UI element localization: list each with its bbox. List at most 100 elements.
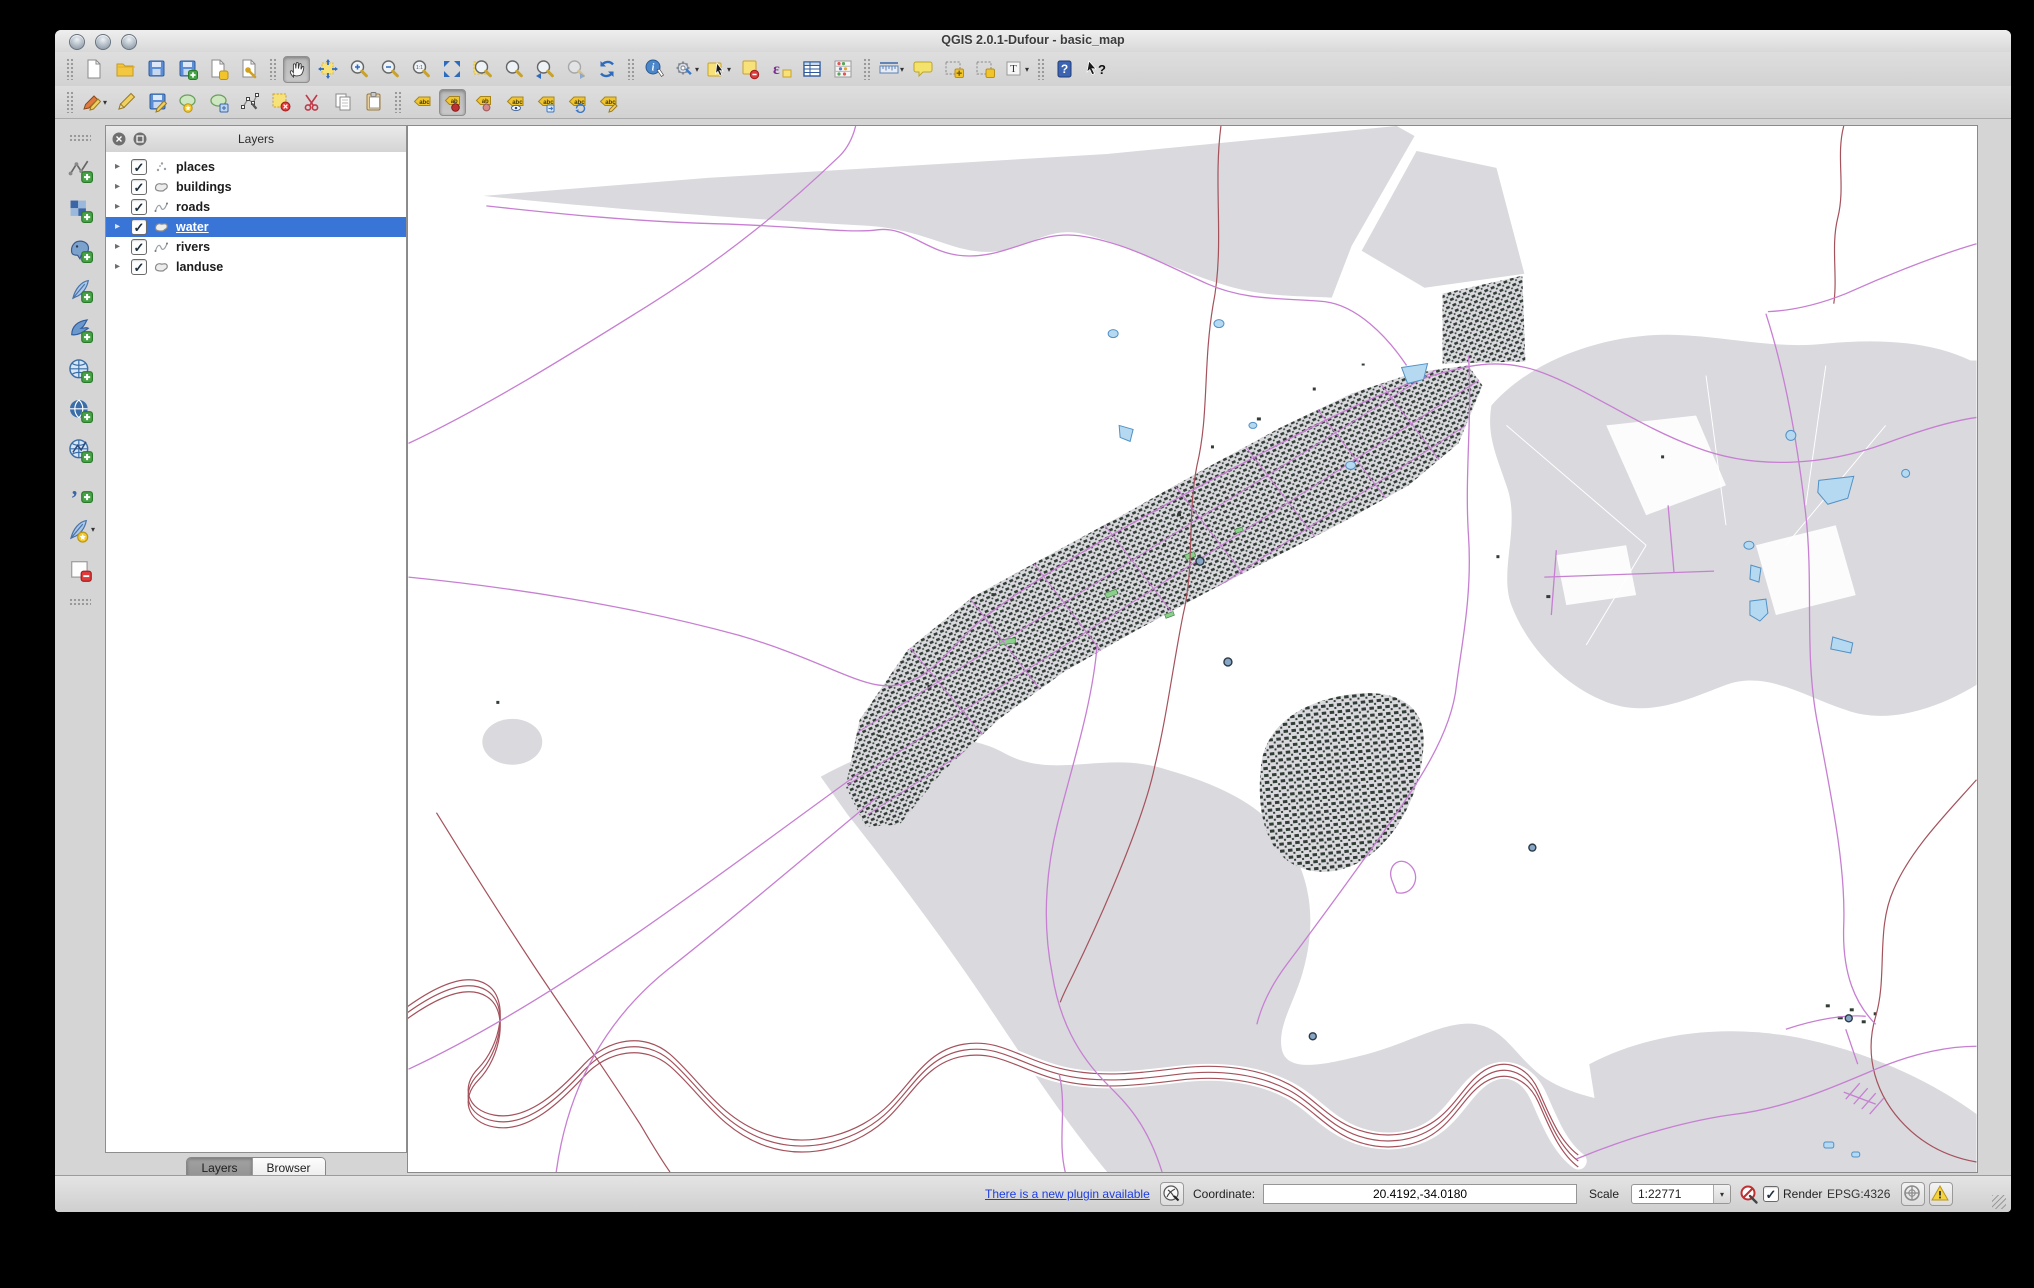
new-shapefile-layer-button[interactable]: ▾ xyxy=(64,516,96,543)
plugin-icon[interactable] xyxy=(1160,1182,1184,1206)
floppy-icon xyxy=(145,58,167,80)
paste-features-icon xyxy=(363,91,385,113)
open-project-button[interactable] xyxy=(111,56,138,83)
pan-map-button[interactable] xyxy=(283,55,310,83)
select-by-expression-button[interactable]: ε xyxy=(767,56,794,83)
add-mssql-layer-button[interactable] xyxy=(66,316,94,343)
select-features-button[interactable]: ▾ xyxy=(704,56,732,83)
identify-features-button[interactable]: i xyxy=(641,56,668,83)
layer-row-roads[interactable]: ▸ ✓ roads xyxy=(106,197,406,217)
render-checkbox[interactable]: ✓ xyxy=(1763,1186,1779,1202)
save-project-button[interactable] xyxy=(142,56,169,83)
layer-row-buildings[interactable]: ▸ ✓ buildings xyxy=(106,177,406,197)
add-raster-layer-button[interactable] xyxy=(66,196,94,223)
resize-grip[interactable] xyxy=(1992,1195,2006,1209)
expander-icon[interactable]: ▸ xyxy=(115,242,125,252)
move-label-button[interactable]: abc xyxy=(532,89,559,116)
refresh-map-button[interactable] xyxy=(593,56,620,83)
bookmark-show-icon xyxy=(974,58,996,80)
layer-name: water xyxy=(176,220,209,234)
copy-features-button[interactable] xyxy=(329,89,356,116)
rotate-label-button[interactable]: abc xyxy=(563,89,590,116)
toggle-editing-button[interactable] xyxy=(112,89,139,116)
deselect-features-button[interactable] xyxy=(736,56,763,83)
save-layer-edits-button[interactable] xyxy=(143,89,170,116)
pin-labels-button[interactable]: ab xyxy=(439,88,467,116)
layer-labeling-options-button[interactable]: abc xyxy=(408,89,435,116)
expander-icon[interactable]: ▸ xyxy=(115,182,125,192)
field-calculator-button[interactable] xyxy=(829,56,856,83)
whats-this-button[interactable]: ? xyxy=(1082,56,1109,83)
expander-icon[interactable]: ▸ xyxy=(115,162,125,172)
paste-features-button[interactable] xyxy=(360,89,387,116)
composer-manager-button[interactable] xyxy=(235,56,262,83)
expander-icon[interactable]: ▸ xyxy=(115,202,125,212)
chevron-down-icon[interactable]: ▾ xyxy=(1713,1185,1730,1203)
zoom-to-selection-button[interactable] xyxy=(469,56,496,83)
highlight-pinned-labels-button[interactable]: ab xyxy=(470,89,497,116)
layer-checkbox[interactable]: ✓ xyxy=(131,219,147,235)
stop-render-icon[interactable] xyxy=(1739,1184,1759,1204)
map-tips-button[interactable] xyxy=(909,56,936,83)
add-wfs-layer-button[interactable] xyxy=(66,436,94,463)
add-spatialite-layer-button[interactable] xyxy=(66,276,94,303)
map-canvas[interactable] xyxy=(407,125,1978,1173)
node-tool-button[interactable] xyxy=(236,89,263,116)
new-print-composer-button[interactable] xyxy=(204,56,231,83)
show-hide-labels-button[interactable]: abc xyxy=(501,89,528,116)
new-bookmark-button[interactable] xyxy=(940,56,967,83)
zoom-actual-size-button[interactable]: 1:1 xyxy=(407,56,434,83)
layer-row-rivers[interactable]: ▸ ✓ rivers xyxy=(106,237,406,257)
current-edits-button[interactable]: ▾ xyxy=(80,89,108,116)
zoom-in-icon xyxy=(348,58,370,80)
add-delimited-text-layer-button[interactable]: , xyxy=(66,474,94,503)
layer-checkbox[interactable]: ✓ xyxy=(131,259,147,275)
coordinate-input[interactable] xyxy=(1263,1184,1577,1204)
label-pin-toggle-icon: ab xyxy=(473,91,495,113)
label-rotate-icon: abc xyxy=(566,91,588,114)
cut-features-button[interactable] xyxy=(298,89,325,116)
add-wms-layer-button[interactable] xyxy=(66,356,94,383)
plugin-link[interactable]: There is a new plugin available xyxy=(985,1187,1150,1201)
layer-checkbox[interactable]: ✓ xyxy=(131,239,147,255)
expander-icon[interactable]: ▸ xyxy=(115,222,125,232)
delete-selected-button[interactable] xyxy=(267,89,294,116)
save-project-as-button[interactable] xyxy=(173,56,200,83)
zoom-to-layer-button[interactable] xyxy=(500,56,527,83)
open-attribute-table-button[interactable] xyxy=(798,56,825,83)
pan-to-selection-button[interactable] xyxy=(314,56,341,83)
run-feature-action-button[interactable]: ▾ xyxy=(672,56,700,83)
layer-checkbox[interactable]: ✓ xyxy=(131,159,147,175)
change-label-button[interactable]: abc xyxy=(594,89,621,116)
layer-row-landuse[interactable]: ▸ ✓ landuse xyxy=(106,257,406,277)
text-annotation-button[interactable]: T ▾ xyxy=(1002,56,1030,83)
log-messages-icon[interactable] xyxy=(1929,1182,1953,1206)
svg-text:ε: ε xyxy=(773,61,780,78)
layer-row-places[interactable]: ▸ ✓ places xyxy=(106,157,406,177)
add-wcs-layer-button[interactable] xyxy=(66,396,94,423)
layer-checkbox[interactable]: ✓ xyxy=(131,199,147,215)
add-feature-button[interactable] xyxy=(174,89,201,116)
help-contents-button[interactable]: ? xyxy=(1051,56,1078,83)
measure-line-button[interactable]: ▾ xyxy=(877,56,905,83)
window-title: QGIS 2.0.1-Dufour - basic_map xyxy=(941,33,1125,47)
toolbar-grip xyxy=(69,134,91,141)
scale-combo[interactable]: 1:22771 ▾ xyxy=(1631,1184,1731,1204)
zoom-last-button[interactable] xyxy=(531,56,558,83)
new-project-button[interactable] xyxy=(80,56,107,83)
show-bookmarks-button[interactable] xyxy=(971,56,998,83)
crs-icon[interactable] xyxy=(1901,1182,1925,1206)
toolbar-grip xyxy=(863,58,871,80)
move-feature-button[interactable] xyxy=(205,89,232,116)
layer-checkbox[interactable]: ✓ xyxy=(131,179,147,195)
remove-layer-button[interactable] xyxy=(66,556,94,583)
zoom-full-extent-button[interactable] xyxy=(438,56,465,83)
add-vector-layer-button[interactable] xyxy=(66,156,94,183)
field-calculator-icon xyxy=(832,58,854,80)
zoom-in-button[interactable] xyxy=(345,56,372,83)
zoom-out-button[interactable] xyxy=(376,56,403,83)
add-postgis-layer-button[interactable] xyxy=(66,236,94,263)
layer-row-water[interactable]: ▸ ✓ water xyxy=(106,217,406,237)
expander-icon[interactable]: ▸ xyxy=(115,262,125,272)
add-raster-icon xyxy=(67,197,93,223)
